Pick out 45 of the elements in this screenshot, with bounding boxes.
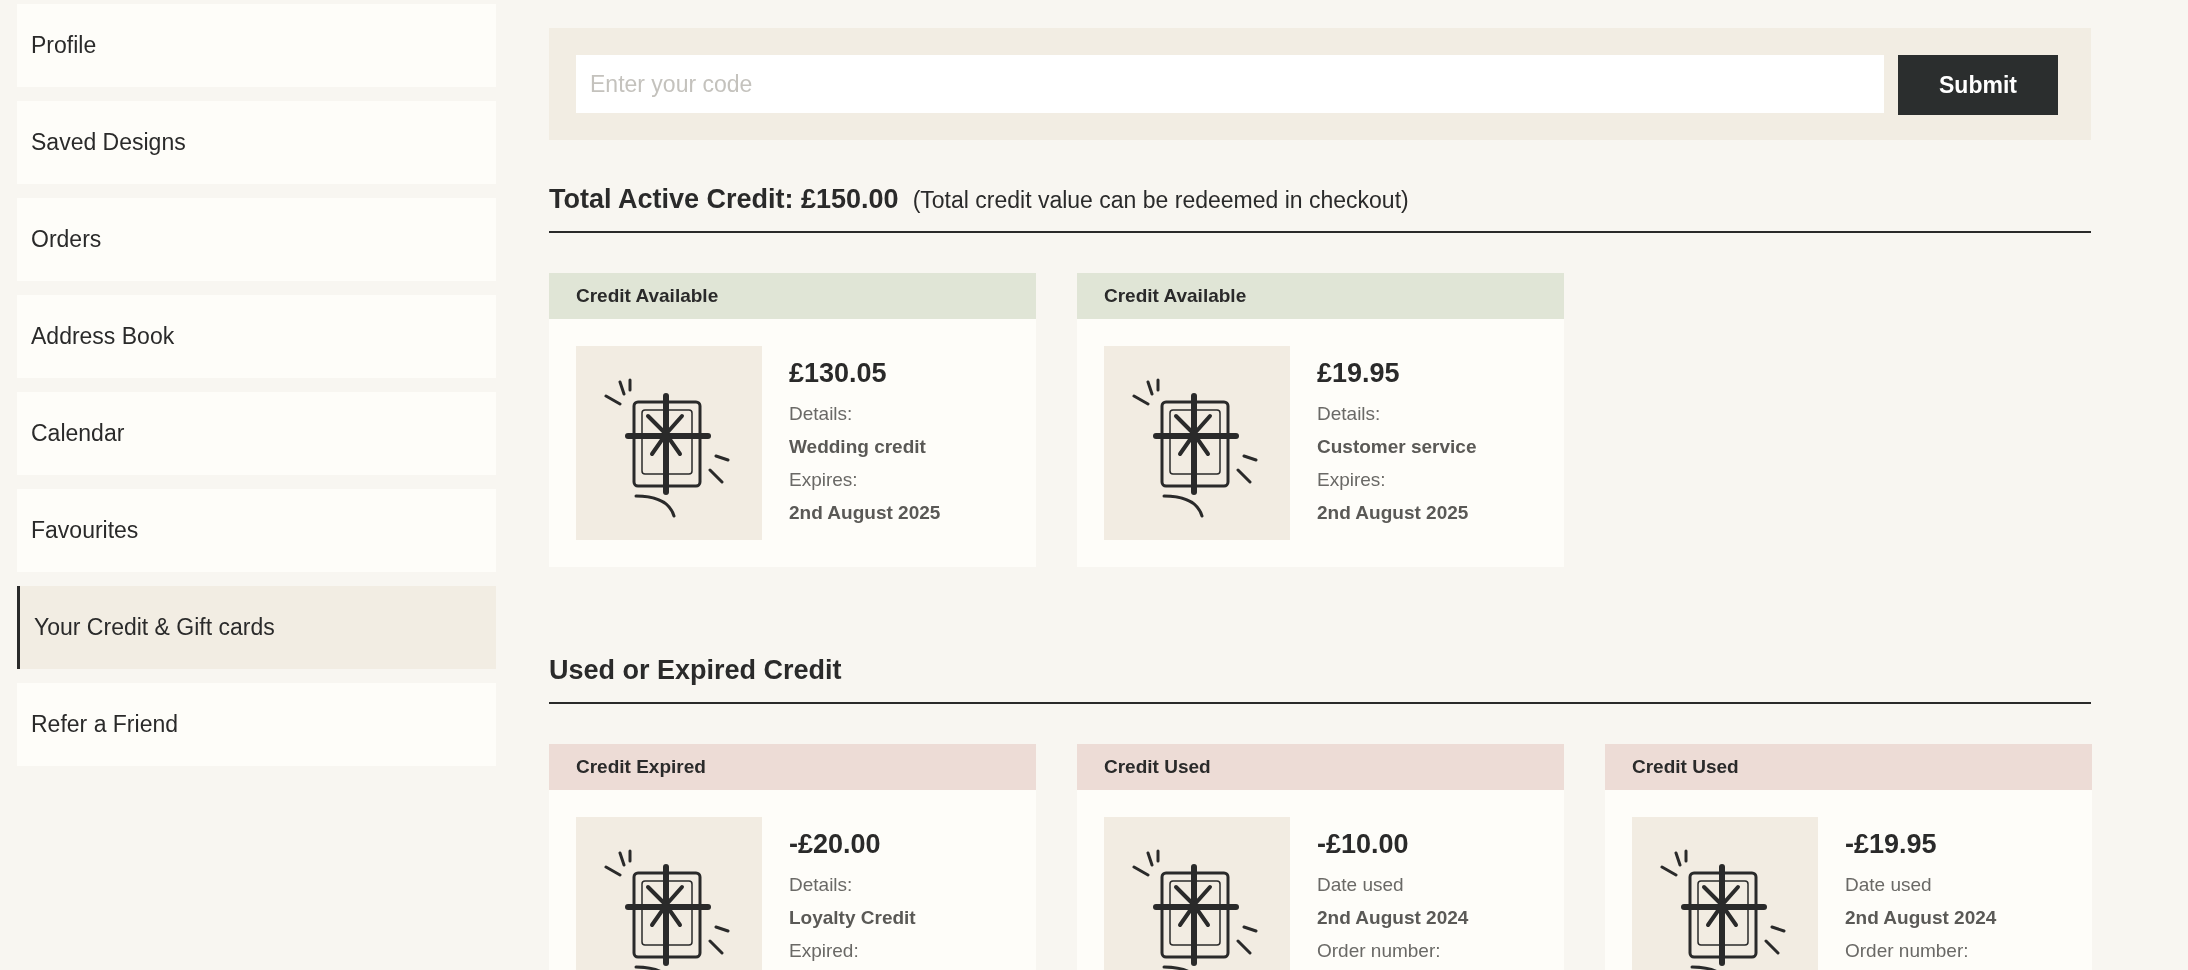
credit-amount: -£20.00 bbox=[789, 829, 882, 860]
card-status: Credit Available bbox=[549, 273, 1036, 319]
card-status: Credit Used bbox=[1605, 744, 2092, 790]
sidebar-item[interactable]: Calendar bbox=[17, 392, 496, 475]
credit-amount: -£10.00 bbox=[1317, 829, 1410, 860]
detail-label: Details: bbox=[789, 402, 854, 426]
detail-label: Expired: bbox=[789, 939, 860, 963]
sidebar-item[interactable]: Favourites bbox=[17, 489, 496, 572]
detail-value: Customer service bbox=[1317, 435, 1477, 459]
detail-label: Expires: bbox=[1317, 468, 1387, 492]
sidebar-item[interactable]: Refer a Friend bbox=[17, 683, 496, 766]
gift-box-icon bbox=[1104, 346, 1290, 540]
sidebar-item[interactable]: Orders bbox=[17, 198, 496, 281]
detail-label: Date used bbox=[1845, 873, 1933, 897]
detail-value: Loyalty Credit bbox=[789, 906, 916, 930]
sidebar-item[interactable]: Saved Designs bbox=[17, 101, 496, 184]
card-status: Credit Expired bbox=[549, 744, 1036, 790]
sidebar-item[interactable]: Address Book bbox=[17, 295, 496, 378]
detail-label: Order number: bbox=[1317, 939, 1442, 963]
sidebar-item[interactable]: Profile bbox=[17, 4, 496, 87]
detail-label: Expires: bbox=[789, 468, 859, 492]
code-input-field[interactable]: Enter your code bbox=[576, 55, 1884, 113]
detail-value: 2nd August 2025 bbox=[789, 501, 941, 525]
detail-label: Details: bbox=[1317, 402, 1382, 426]
credit-amount: £130.05 bbox=[789, 358, 888, 389]
detail-value: 2nd August 2025 bbox=[1317, 501, 1470, 525]
used-credit-heading: Used or Expired Credit bbox=[549, 655, 842, 686]
card-status: Credit Available bbox=[1077, 273, 1564, 319]
total-credit-note: (Total credit value can be redeemed in checkout) bbox=[912, 187, 1409, 214]
gift-box-icon bbox=[1104, 817, 1290, 970]
gift-box-icon bbox=[576, 817, 762, 970]
gift-box-icon bbox=[1632, 817, 1818, 970]
detail-value: 2nd August 2024 bbox=[1845, 906, 1997, 930]
credit-amount: £19.95 bbox=[1317, 358, 1401, 389]
gift-box-icon bbox=[576, 346, 762, 540]
submit-button[interactable]: Submit bbox=[1898, 55, 2058, 115]
sidebar-item[interactable]: Your Credit & Gift cards bbox=[17, 586, 496, 669]
card-status: Credit Used bbox=[1077, 744, 1564, 790]
detail-label: Details: bbox=[789, 873, 854, 897]
detail-value: 2nd August 2024 bbox=[1317, 906, 1469, 930]
detail-value: Wedding credit bbox=[789, 435, 927, 459]
credit-amount: -£19.95 bbox=[1845, 829, 1938, 860]
detail-label: Date used bbox=[1317, 873, 1405, 897]
total-credit-heading: Total Active Credit: £150.00 bbox=[549, 184, 899, 215]
detail-label: Order number: bbox=[1845, 939, 1970, 963]
